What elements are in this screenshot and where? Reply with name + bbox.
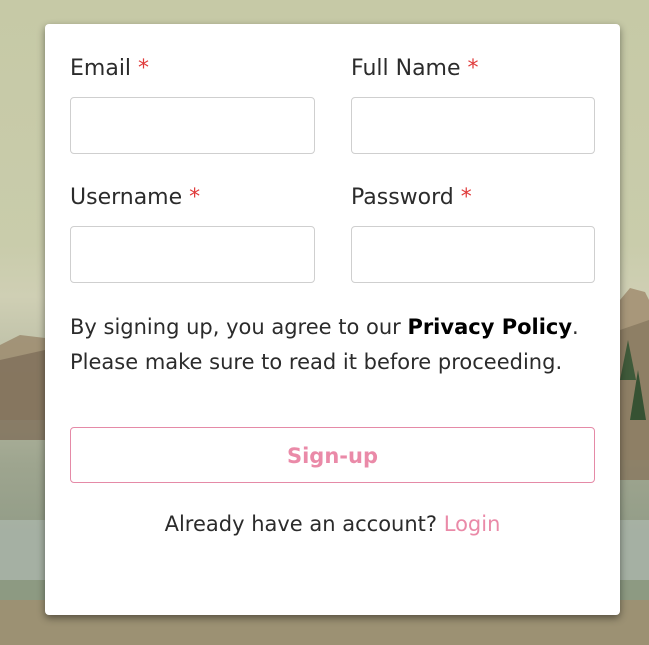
email-label: Email * bbox=[70, 56, 149, 82]
required-asterisk: * bbox=[467, 56, 479, 81]
policy-line2: Please make sure to read it before proce… bbox=[70, 350, 563, 374]
email-label-text: Email bbox=[70, 56, 132, 81]
login-prompt: Already have an account? Login bbox=[45, 512, 620, 536]
required-asterisk: * bbox=[460, 185, 472, 210]
username-label: Username * bbox=[70, 185, 200, 211]
email-field[interactable] bbox=[70, 97, 315, 154]
signup-button[interactable]: Sign-up bbox=[70, 427, 595, 483]
username-label-text: Username bbox=[70, 185, 183, 210]
required-asterisk: * bbox=[138, 56, 150, 81]
username-field[interactable] bbox=[70, 226, 315, 283]
password-field[interactable] bbox=[351, 226, 595, 283]
login-link[interactable]: Login bbox=[444, 512, 501, 536]
fullname-label: Full Name * bbox=[351, 56, 479, 82]
password-label: Password * bbox=[351, 185, 472, 211]
login-prompt-text: Already have an account? bbox=[164, 512, 444, 536]
privacy-notice: By signing up, you agree to our Privacy … bbox=[70, 310, 600, 380]
signup-card: Email * Full Name * Username * Password … bbox=[45, 24, 620, 615]
fullname-field[interactable] bbox=[351, 97, 595, 154]
policy-text: By signing up, you agree to our bbox=[70, 315, 408, 339]
fullname-label-text: Full Name bbox=[351, 56, 461, 81]
password-label-text: Password bbox=[351, 185, 454, 210]
policy-period: . bbox=[572, 315, 579, 339]
required-asterisk: * bbox=[189, 185, 201, 210]
privacy-policy-link[interactable]: Privacy Policy bbox=[407, 315, 572, 339]
